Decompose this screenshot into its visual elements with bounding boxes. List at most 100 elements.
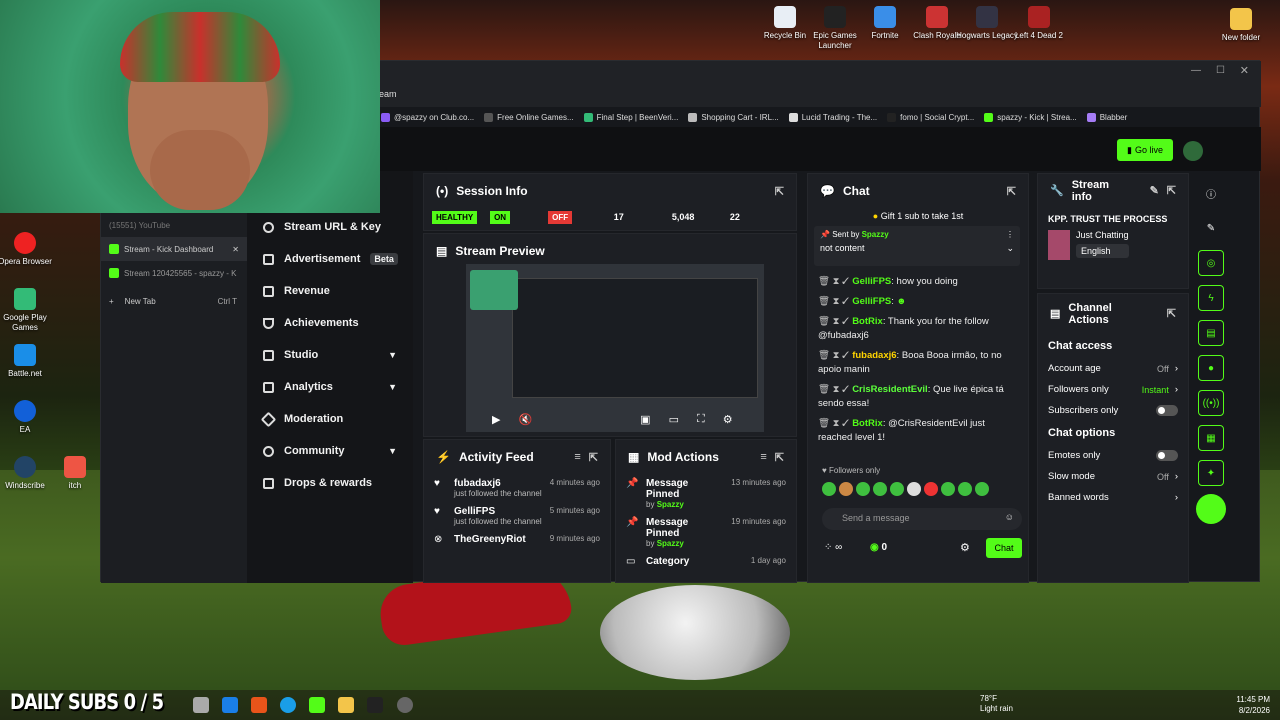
edit-icon[interactable]: ✎: [1150, 185, 1159, 197]
tab-kick-dashboard[interactable]: Stream - Kick Dashboard ✕: [101, 237, 247, 261]
minimize-icon[interactable]: —: [1191, 65, 1201, 76]
nav-revenue[interactable]: Revenue: [247, 275, 413, 307]
nav-stream-url-key[interactable]: Stream URL & Key: [247, 211, 413, 243]
setting-banned-words[interactable]: Banned words ›: [1038, 487, 1188, 508]
play-icon[interactable]: ▶: [492, 413, 500, 426]
close-tab-icon[interactable]: ✕: [232, 245, 239, 254]
bookmark-item[interactable]: Final Step | BeenVeri...: [583, 112, 678, 122]
emote-icon[interactable]: [975, 482, 989, 496]
send-message-input[interactable]: Send a message ☺: [822, 508, 1022, 530]
expand-icon[interactable]: ⇱: [1007, 185, 1016, 198]
bookmark-item[interactable]: Lucid Trading - The...: [788, 112, 877, 122]
desktop-icon-l4d2[interactable]: Left 4 Dead 2: [1004, 6, 1074, 41]
emote-icon[interactable]: [958, 482, 972, 496]
chat-messages: 🗑 ⧗ ✓ GelliFPS: how you doing 🗑 ⧗ ✓ GelliF…: [808, 272, 1028, 448]
folder-icon[interactable]: [338, 697, 354, 713]
gear-icon[interactable]: ⚙: [960, 541, 970, 554]
bookmark-item[interactable]: Blabber: [1086, 112, 1127, 122]
camera-icon[interactable]: ◎: [1198, 250, 1224, 276]
bookmark-item[interactable]: @spazzy on Club.co...: [381, 112, 474, 122]
infinity-icon[interactable]: ⁘ ∞: [824, 542, 842, 553]
go-live-button[interactable]: ▮ Go live: [1117, 139, 1173, 161]
theater-icon[interactable]: ▭: [669, 413, 679, 426]
desktop-icon-battlenet[interactable]: Battle.net: [0, 344, 60, 379]
desktop-icon-new-folder[interactable]: New folder: [1206, 8, 1276, 43]
tab-kick-stream[interactable]: Stream 120425565 - spazzy - K: [101, 261, 247, 285]
pip-icon[interactable]: ▣: [640, 413, 650, 426]
maximize-icon[interactable]: ☐: [1216, 65, 1225, 76]
emote-icon[interactable]: [890, 482, 904, 496]
expand-icon[interactable]: ⇱: [1167, 185, 1176, 197]
nav-community[interactable]: Community ▼: [247, 435, 413, 467]
mute-icon[interactable]: 🔇: [518, 413, 532, 426]
subscribers-only-toggle[interactable]: [1156, 405, 1178, 416]
emote-icon[interactable]: [839, 482, 853, 496]
broadcast-icon[interactable]: ((•)): [1198, 390, 1224, 416]
bookmark-item[interactable]: Shopping Cart - IRL...: [688, 112, 779, 122]
nav-advertisement[interactable]: Advertisement Beta: [247, 243, 413, 275]
emote-icon[interactable]: [941, 482, 955, 496]
desktop-icon-ea[interactable]: EA: [0, 400, 60, 435]
info-icon[interactable]: ⓘ: [1198, 180, 1224, 206]
brave-icon[interactable]: [251, 697, 267, 713]
emote-icon[interactable]: [856, 482, 870, 496]
layout-icon[interactable]: ▦: [1198, 425, 1224, 451]
support-icon[interactable]: [1196, 494, 1226, 524]
pin-icon: 📌: [626, 478, 639, 489]
chat-message: 🗑 ⧗ ✓ GelliFPS: how you doing: [818, 276, 958, 287]
emote-icon[interactable]: [907, 482, 921, 496]
heart-icon: ♥: [434, 478, 440, 489]
emote-icon[interactable]: [822, 482, 836, 496]
emoji-icon[interactable]: ☺: [1005, 512, 1014, 522]
new-tab-button[interactable]: + New Tab Ctrl T: [101, 289, 247, 313]
nav-studio[interactable]: Studio ▼: [247, 339, 413, 371]
chat-send-button[interactable]: Chat: [986, 538, 1022, 558]
fullscreen-icon[interactable]: ⛶: [697, 413, 705, 426]
emote-icon[interactable]: [873, 482, 887, 496]
kick-icon: [109, 244, 119, 254]
kick-icon[interactable]: [309, 697, 325, 713]
close-icon[interactable]: ✕: [1240, 64, 1249, 77]
video-player[interactable]: ▶ 🔇 ▣ ▭ ⛶ ⚙: [466, 264, 764, 432]
chevron-down-icon[interactable]: ⌄: [1006, 243, 1014, 254]
setting-slow-mode[interactable]: Slow mode Off ›: [1038, 466, 1188, 487]
expand-icon[interactable]: ⇱: [775, 451, 784, 464]
setting-account-age[interactable]: Account age Off ›: [1038, 358, 1188, 379]
bookmark-item[interactable]: spazzy - Kick | Strea...: [984, 112, 1077, 122]
expand-icon[interactable]: ⇱: [775, 185, 784, 198]
stream-preview-panel: ▤ Stream Preview ▶ 🔇 ▣ ▭ ⛶ ⚙: [423, 233, 797, 437]
desktop-icon-opera[interactable]: Opera Browser: [0, 232, 60, 267]
bookmark-item[interactable]: Free Online Games...: [484, 112, 574, 122]
settings-icon[interactable]: ⚙: [723, 413, 733, 426]
bolt-icon[interactable]: ϟ: [1198, 285, 1224, 311]
gift-banner[interactable]: ● Gift 1 sub to take 1st: [808, 208, 1028, 224]
pencil-icon[interactable]: ✎: [1198, 215, 1224, 241]
more-icon[interactable]: ⋮: [1006, 230, 1014, 239]
setting-followers-only[interactable]: Followers only Instant ›: [1038, 379, 1188, 400]
obs-icon[interactable]: [397, 697, 413, 713]
weather-widget[interactable]: 78°F Light rain: [980, 694, 1013, 714]
nav-achievements[interactable]: Achievements: [247, 307, 413, 339]
expand-icon[interactable]: ⇱: [589, 451, 598, 464]
terminal-icon[interactable]: [367, 697, 383, 713]
wrench-icon[interactable]: ✦: [1198, 460, 1224, 486]
dashboard-nav: Stream URL & Key Advertisement Beta Reven…: [247, 171, 413, 583]
clock[interactable]: 11:45 PM 8/2/2026: [1200, 694, 1270, 716]
nav-drops-rewards[interactable]: Drops & rewards: [247, 467, 413, 499]
expand-icon[interactable]: ⇱: [1167, 308, 1176, 320]
app-icon[interactable]: [222, 697, 238, 713]
nav-analytics[interactable]: Analytics ▼: [247, 371, 413, 403]
filter-icon[interactable]: ≡: [760, 451, 766, 463]
edge-icon[interactable]: [280, 697, 296, 713]
tab-youtube[interactable]: (15551) YouTube: [101, 213, 247, 237]
emotes-only-toggle[interactable]: [1156, 450, 1178, 461]
avatar[interactable]: [1183, 141, 1203, 161]
emote-icon[interactable]: [924, 482, 938, 496]
chat-icon[interactable]: ●: [1198, 355, 1224, 381]
bookmark-item[interactable]: fomo | Social Crypt...: [887, 112, 974, 122]
desktop-icon-google-play-games[interactable]: Google Play Games: [0, 288, 60, 333]
filter-icon[interactable]: ≡: [574, 451, 580, 463]
nav-moderation[interactable]: Moderation: [247, 403, 413, 435]
taskview-icon[interactable]: [193, 697, 209, 713]
clipboard-icon[interactable]: ▤: [1198, 320, 1224, 346]
